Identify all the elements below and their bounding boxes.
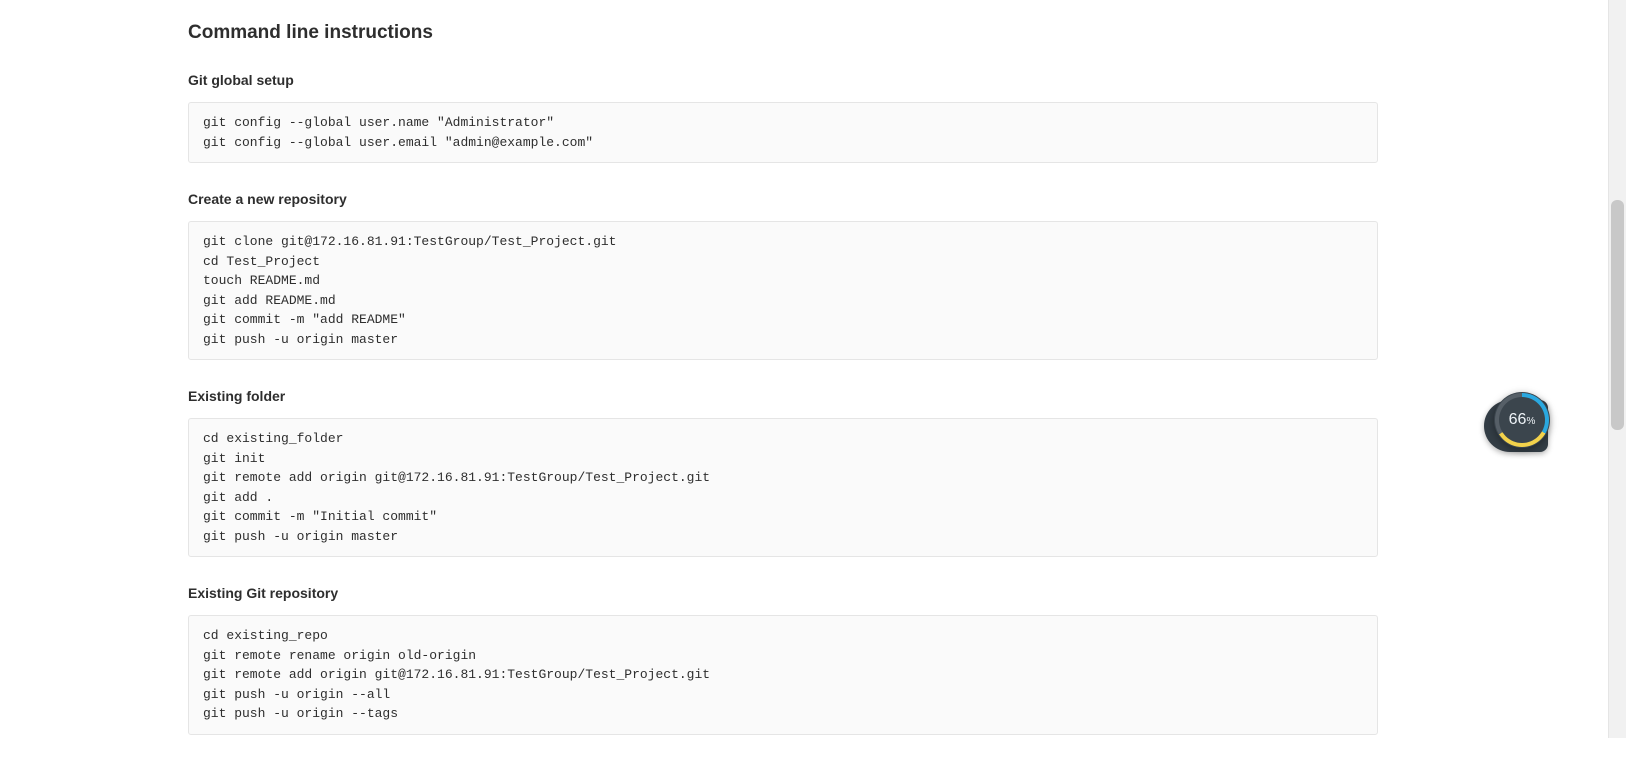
gauge-value: 66% xyxy=(1509,411,1536,429)
usage-gauge[interactable]: 66% xyxy=(1494,392,1550,448)
section-heading: Git global setup xyxy=(188,72,1378,88)
section-heading: Existing Git repository xyxy=(188,585,1378,601)
code-block[interactable]: cd existing_repo git remote rename origi… xyxy=(188,615,1378,735)
code-block[interactable]: git config --global user.name "Administr… xyxy=(188,102,1378,163)
section-heading: Existing folder xyxy=(188,388,1378,404)
scrollbar-track[interactable] xyxy=(1608,0,1626,738)
scrollbar-thumb[interactable] xyxy=(1611,200,1624,430)
code-block[interactable]: git clone git@172.16.81.91:TestGroup/Tes… xyxy=(188,221,1378,360)
instructions-container: Command line instructions Git global set… xyxy=(188,0,1378,775)
code-block[interactable]: cd existing_folder git init git remote a… xyxy=(188,418,1378,557)
section-heading: Create a new repository xyxy=(188,191,1378,207)
page-title: Command line instructions xyxy=(188,22,1378,44)
